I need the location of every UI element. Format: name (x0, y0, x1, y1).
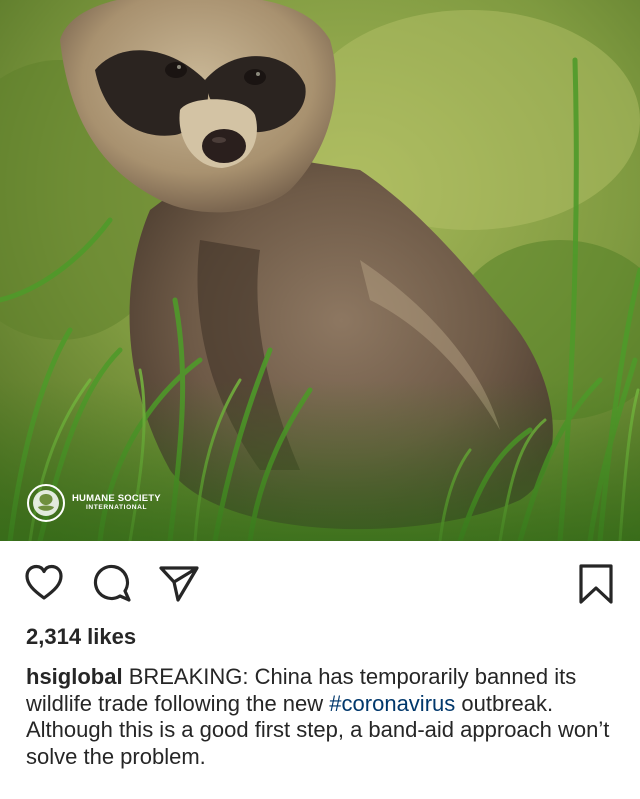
paper-plane-icon[interactable] (158, 563, 200, 603)
caption-username[interactable]: hsiglobal (26, 664, 123, 689)
caption-hashtag[interactable]: #coronavirus (329, 691, 455, 716)
hsi-watermark: HUMANE SOCIETY INTERNATIONAL (26, 483, 161, 523)
likes-count[interactable]: 2,314 likes (26, 624, 136, 650)
comment-bubble-icon[interactable] (92, 563, 132, 603)
hsi-logo (27, 484, 65, 522)
instagram-post: HUMANE SOCIETY INTERNATIONAL 2,314 likes… (0, 0, 640, 799)
post-caption: hsiglobal BREAKING: China has temporaril… (26, 664, 618, 770)
watermark-line1: HUMANE SOCIETY (72, 492, 161, 504)
heart-icon[interactable] (24, 563, 64, 603)
post-photo[interactable]: HUMANE SOCIETY INTERNATIONAL (0, 0, 640, 541)
watermark-line2: INTERNATIONAL (86, 504, 148, 512)
bookmark-icon[interactable] (576, 563, 616, 605)
post-action-bar (0, 541, 640, 623)
raccoon-dog-photo (0, 0, 640, 541)
